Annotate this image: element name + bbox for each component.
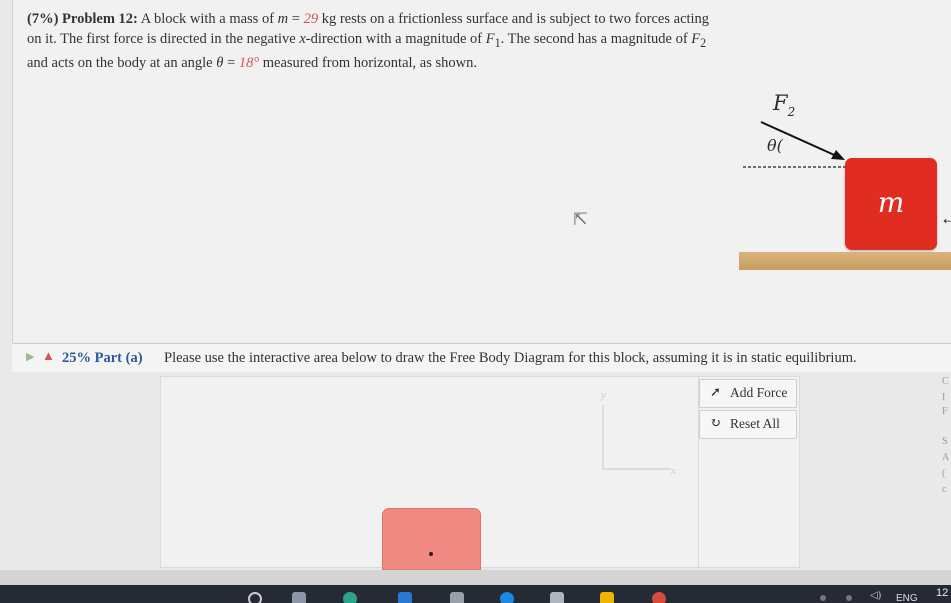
f2-subscript: 2 bbox=[700, 35, 707, 50]
search-icon[interactable] bbox=[248, 592, 262, 603]
problem-text-3: -direction with a magnitude of bbox=[305, 31, 483, 47]
axes-icon bbox=[602, 405, 671, 470]
edge-browser-icon[interactable] bbox=[343, 592, 357, 603]
chrome-icon[interactable] bbox=[652, 592, 666, 603]
fbd-center-dot[interactable] bbox=[429, 552, 433, 556]
mass-symbol: m bbox=[277, 11, 289, 27]
mass-block: m bbox=[845, 158, 937, 250]
warning-icon: ▲ bbox=[42, 348, 55, 363]
reset-all-label: Reset All bbox=[730, 416, 780, 431]
block-label: m bbox=[877, 186, 905, 219]
reset-all-button[interactable]: ↻ Reset All bbox=[699, 410, 797, 439]
problem-weight: (7%) bbox=[27, 11, 59, 27]
equals-sign: = bbox=[291, 11, 300, 27]
app-icon-blue[interactable] bbox=[398, 592, 412, 603]
part-instruction: Please use the interactive area below to… bbox=[164, 350, 857, 366]
problem-figure: F2 θ( m ← C bbox=[725, 86, 951, 286]
strip-char: c bbox=[942, 484, 947, 495]
strip-char: ( bbox=[942, 468, 946, 479]
mass-value: 29 bbox=[303, 11, 319, 27]
fbd-block[interactable] bbox=[382, 508, 481, 570]
ground-surface bbox=[739, 252, 951, 270]
mouse-cursor-icon: ⇱ bbox=[573, 209, 589, 229]
equals-sign-2: = bbox=[227, 54, 236, 71]
language-indicator[interactable]: ENG bbox=[896, 593, 918, 603]
strip-char: I bbox=[942, 392, 946, 403]
app-icon-light[interactable] bbox=[550, 592, 564, 603]
part-a-header[interactable]: ▶ ▲ 25% Part (a) Please use the interact… bbox=[12, 343, 951, 372]
axis-x-label: x bbox=[671, 465, 676, 477]
add-force-button[interactable]: ➚ Add Force bbox=[699, 379, 797, 408]
f1-symbol: F bbox=[485, 31, 495, 47]
strip-char: F bbox=[942, 406, 948, 417]
axis-y-label: y bbox=[601, 389, 606, 401]
strip-char: S bbox=[942, 436, 948, 447]
volume-icon[interactable]: ◁) bbox=[870, 590, 884, 603]
fbd-drawing-canvas[interactable]: y x bbox=[160, 376, 700, 570]
problem-text-1: A block with a mass of bbox=[140, 11, 275, 27]
tray-dot-icon bbox=[846, 595, 852, 601]
f2-symbol: F bbox=[691, 31, 701, 47]
expand-play-icon[interactable]: ▶ bbox=[26, 350, 34, 363]
problem-text-6: measured from horizontal, as shown. bbox=[262, 54, 477, 71]
theta-symbol: θ bbox=[216, 54, 224, 71]
problem-text-4: . The second has a magnitude of bbox=[500, 31, 688, 47]
problem-statement: (7%) Problem 12: A block with a mass of … bbox=[27, 9, 717, 73]
window-bottom-border bbox=[0, 570, 951, 585]
strip-char: C bbox=[942, 376, 949, 387]
arrow-up-right-icon: ➚ bbox=[710, 384, 721, 399]
taskbar: ◁) ENG 12 bbox=[0, 585, 951, 603]
part-weight: 25% Part (a) bbox=[62, 350, 143, 366]
strip-char: A bbox=[942, 452, 950, 463]
add-force-label: Add Force bbox=[730, 385, 788, 400]
right-side-strip: C I F S A ( c bbox=[928, 376, 951, 566]
angle-value: 18° bbox=[238, 54, 260, 71]
app-icon-round-blue[interactable] bbox=[500, 592, 514, 603]
reset-icon: ↻ bbox=[710, 415, 721, 430]
problem-text-5: and acts on the body at an angle bbox=[27, 54, 213, 71]
problem-panel: (7%) Problem 12: A block with a mass of … bbox=[12, 0, 951, 342]
app-icon-gray[interactable] bbox=[450, 592, 464, 603]
taskbar-clock[interactable]: 12 bbox=[936, 587, 948, 599]
tray-dot-icon bbox=[820, 595, 826, 601]
task-view-icon[interactable] bbox=[292, 592, 306, 603]
file-explorer-icon[interactable] bbox=[600, 592, 614, 603]
problem-title: Problem 12: bbox=[62, 11, 138, 27]
f1-arrow-icon: ← bbox=[940, 208, 951, 228]
fbd-tool-panel: ➚ Add Force ↻ Reset All bbox=[698, 376, 800, 568]
